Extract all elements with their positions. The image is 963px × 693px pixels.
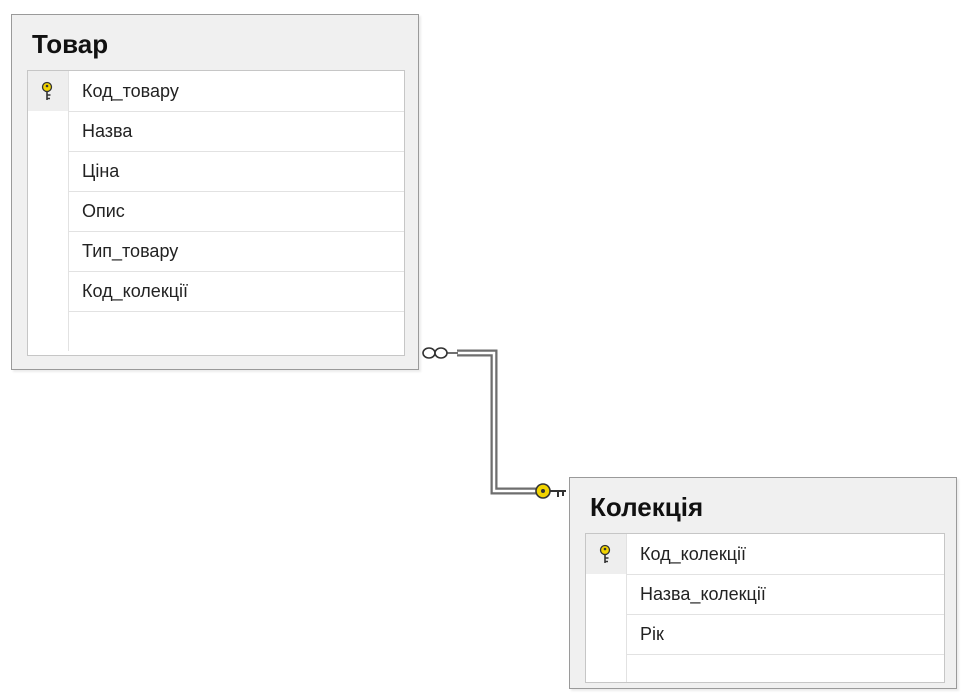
- row-selector: [28, 71, 69, 111]
- row-selector: [28, 311, 69, 351]
- table-title: Товар: [32, 29, 109, 59]
- row-selector: [586, 574, 627, 614]
- primary-key-icon: [41, 81, 53, 100]
- table-title: Колекція: [590, 492, 704, 522]
- one-key-icon: [535, 483, 566, 499]
- primary-key-icon: [599, 544, 611, 563]
- row-selector: [28, 231, 69, 271]
- column-name: Тип_товару: [82, 241, 179, 261]
- many-infinity-icon: [419, 345, 458, 361]
- column-row[interactable]: Код_колекції: [586, 534, 944, 575]
- empty-row[interactable]: [586, 654, 944, 682]
- column-name: Код_колекції: [82, 281, 189, 301]
- row-selector: [28, 111, 69, 151]
- empty-row[interactable]: [28, 311, 404, 351]
- column-name: Назва_колекції: [640, 584, 766, 604]
- column-row[interactable]: Назва_колекції: [586, 574, 944, 615]
- table-tovar[interactable]: Товар Код_товару Назва Ціна Опис Тип_тов…: [11, 14, 419, 370]
- column-grid: Код_колекції Назва_колекції Рік: [585, 533, 945, 683]
- column-row[interactable]: Код_товару: [28, 71, 404, 112]
- row-selector: [586, 614, 627, 654]
- row-selector: [28, 271, 69, 311]
- column-row[interactable]: Тип_товару: [28, 231, 404, 272]
- table-kolektsiia[interactable]: Колекція Код_колекції Назва_колекції Рік: [569, 477, 957, 689]
- row-selector: [28, 151, 69, 191]
- column-row[interactable]: Рік: [586, 614, 944, 655]
- column-row[interactable]: Ціна: [28, 151, 404, 192]
- relationship-line: [455, 349, 538, 495]
- column-name: Опис: [82, 201, 125, 221]
- column-name: Назва: [82, 121, 133, 141]
- row-selector: [586, 534, 627, 574]
- column-row[interactable]: Назва: [28, 111, 404, 152]
- column-name: Рік: [640, 624, 664, 644]
- row-selector: [28, 191, 69, 231]
- column-grid: Код_товару Назва Ціна Опис Тип_товару Ко…: [27, 70, 405, 356]
- column-name: Ціна: [82, 161, 120, 181]
- row-selector: [586, 654, 627, 682]
- column-name: Код_товару: [82, 81, 179, 101]
- column-name: Код_колекції: [640, 544, 747, 564]
- column-row[interactable]: Код_колекції: [28, 271, 404, 312]
- column-row[interactable]: Опис: [28, 191, 404, 232]
